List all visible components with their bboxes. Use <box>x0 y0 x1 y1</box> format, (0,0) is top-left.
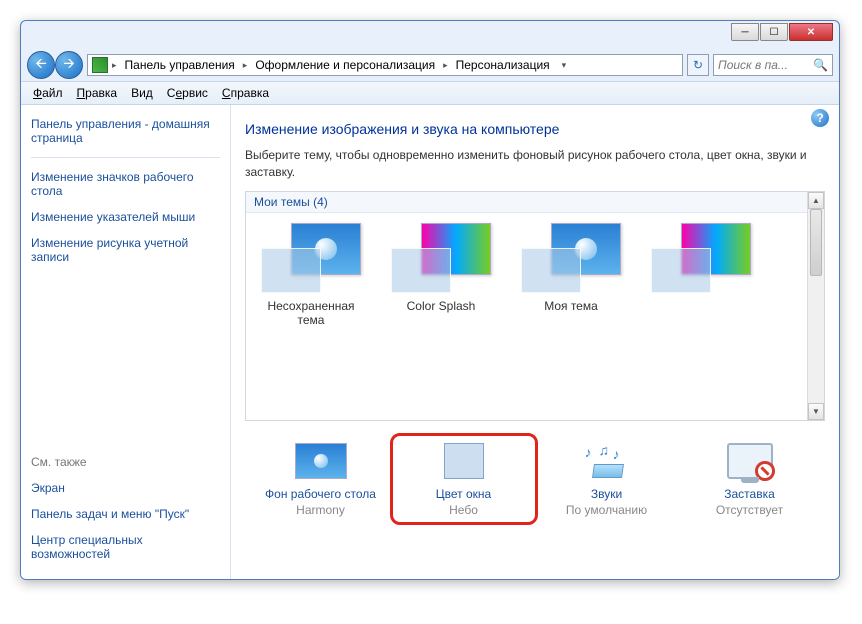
sidebar-link-accessibility[interactable]: Центр специальных возможностей <box>31 533 220 561</box>
themes-listbox: Мои темы (4) Несохраненная тема Color Sp… <box>245 191 825 421</box>
address-bar[interactable]: ▸ Панель управления ▸ Оформление и персо… <box>87 54 683 76</box>
forward-button[interactable]: 🡪 <box>55 51 83 79</box>
screensaver-icon <box>727 443 773 479</box>
sidebar-link-icons[interactable]: Изменение значков рабочего стола <box>31 170 220 198</box>
theme-thumbnail <box>261 223 361 293</box>
breadcrumb-sep-icon: ▸ <box>443 60 448 71</box>
control-panel-icon <box>92 57 108 73</box>
bottom-option-glass[interactable]: Цвет окна Небо <box>404 441 524 517</box>
desktop-background-icon <box>295 443 347 479</box>
breadcrumb-item[interactable]: Персонализация <box>452 58 554 72</box>
divider <box>31 157 220 158</box>
sidebar-home-link[interactable]: Панель управления - домашняя страница <box>31 117 220 145</box>
theme-item[interactable]: Несохраненная тема <box>256 223 366 327</box>
theme-label: Color Splash <box>407 299 476 313</box>
window-controls: ─ ☐ ✕ <box>731 23 833 41</box>
breadcrumb-sep-icon: ▸ <box>243 60 248 71</box>
no-entry-icon <box>755 461 775 481</box>
sidebar-link-pointers[interactable]: Изменение указателей мыши <box>31 210 220 224</box>
aero-glass-icon <box>261 248 321 293</box>
menu-file[interactable]: Файл <box>33 86 63 100</box>
page-description: Выберите тему, чтобы одновременно измени… <box>245 147 825 181</box>
bottom-option-subtitle: По умолчанию <box>566 503 647 517</box>
theme-thumbnail <box>651 223 751 293</box>
aero-glass-icon <box>651 248 711 293</box>
bottom-option-label: Фон рабочего стола <box>265 487 376 501</box>
close-button[interactable]: ✕ <box>789 23 833 41</box>
search-input[interactable]: Поиск в па... 🔍 <box>713 54 833 76</box>
theme-label: Несохраненная тема <box>256 299 366 327</box>
theme-item[interactable]: Моя тема <box>516 223 626 327</box>
help-icon[interactable]: ? <box>811 109 829 127</box>
themes-group-header: Мои темы (4) <box>246 192 824 213</box>
refresh-button[interactable]: ↻ <box>687 54 709 76</box>
maximize-button[interactable]: ☐ <box>760 23 788 41</box>
search-icon: 🔍 <box>813 58 828 72</box>
sidebar-link-taskbar[interactable]: Панель задач и меню "Пуск" <box>31 507 220 521</box>
bottom-option-label: Заставка <box>724 487 775 501</box>
theme-thumbnail <box>391 223 491 293</box>
aero-glass-icon <box>521 248 581 293</box>
menu-service[interactable]: Сервис <box>167 86 208 100</box>
scroll-track[interactable] <box>808 209 824 403</box>
titlebar: ─ ☐ ✕ <box>21 21 839 49</box>
bottom-option-label: Цвет окна <box>436 487 491 501</box>
scroll-down-icon[interactable]: ▼ <box>808 403 824 420</box>
page-title: Изменение изображения и звука на компьют… <box>245 121 825 137</box>
search-placeholder: Поиск в па... <box>718 58 788 72</box>
aero-glass-icon <box>391 248 451 293</box>
bottom-option-subtitle: Отсутствует <box>716 503 783 517</box>
sounds-icon: ♪♫♪ <box>585 444 629 478</box>
scrollbar[interactable]: ▲ ▼ <box>807 192 824 420</box>
main-pane: ? Изменение изображения и звука на компь… <box>231 105 839 579</box>
theme-item[interactable]: Color Splash <box>386 223 496 327</box>
see-also-label: См. также <box>31 455 220 469</box>
scroll-up-icon[interactable]: ▲ <box>808 192 824 209</box>
breadcrumb-item[interactable]: Панель управления <box>121 58 239 72</box>
menubar: Файл Правка Вид Сервис Справка <box>21 81 839 105</box>
bottom-option-wall[interactable]: Фон рабочего стола Harmony <box>261 441 381 517</box>
menu-view[interactable]: Вид <box>131 86 153 100</box>
window-body: Панель управления - домашняя страница Из… <box>21 105 839 579</box>
sidebar-link-display[interactable]: Экран <box>31 481 220 495</box>
menu-help[interactable]: Справка <box>222 86 269 100</box>
back-button[interactable]: 🡨 <box>27 51 55 79</box>
sidebar-link-account-pic[interactable]: Изменение рисунка учетной записи <box>31 236 220 264</box>
window-color-icon <box>444 443 484 479</box>
scroll-thumb[interactable] <box>810 209 822 277</box>
menu-edit[interactable]: Правка <box>77 86 118 100</box>
themes-grid: Несохраненная тема Color Splash Моя тема <box>246 213 824 337</box>
theme-label: Моя тема <box>544 299 598 313</box>
address-dropdown-icon[interactable]: ▾ <box>562 60 567 71</box>
theme-item[interactable] <box>646 223 756 327</box>
window-personalization: ─ ☐ ✕ 🡨 🡪 ▸ Панель управления ▸ Оформлен… <box>20 20 840 580</box>
theme-thumbnail <box>521 223 621 293</box>
address-row: 🡨 🡪 ▸ Панель управления ▸ Оформление и п… <box>21 49 839 81</box>
bottom-options-row: Фон рабочего стола Harmony Цвет окна Неб… <box>245 441 825 517</box>
bottom-option-label: Звуки <box>591 487 622 501</box>
bottom-option-sound[interactable]: ♪♫♪ Звуки По умолчанию <box>547 441 667 517</box>
bottom-option-subtitle: Harmony <box>296 503 345 517</box>
bottom-option-subtitle: Небо <box>449 503 478 517</box>
minimize-button[interactable]: ─ <box>731 23 759 41</box>
bottom-option-saver[interactable]: Заставка Отсутствует <box>690 441 810 517</box>
nav-buttons: 🡨 🡪 <box>27 51 83 79</box>
breadcrumb-sep-icon: ▸ <box>112 60 117 71</box>
sidebar: Панель управления - домашняя страница Из… <box>21 105 231 579</box>
breadcrumb-item[interactable]: Оформление и персонализация <box>251 58 439 72</box>
